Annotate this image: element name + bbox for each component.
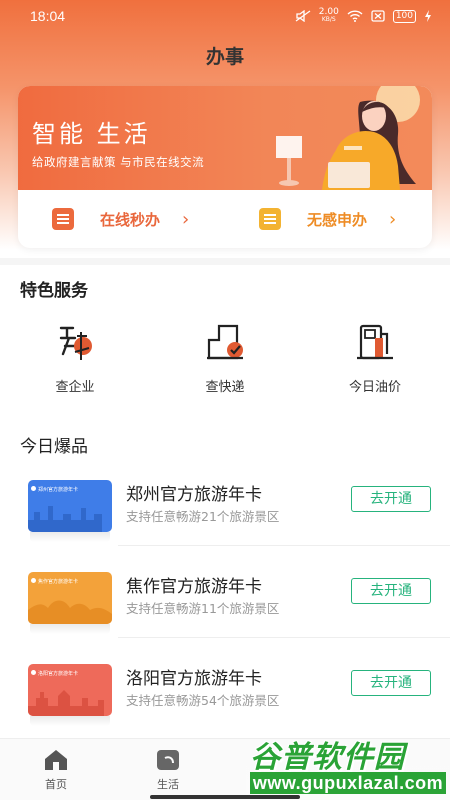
card-logo-dot bbox=[31, 578, 36, 583]
charging-icon bbox=[425, 10, 431, 22]
service-oil-price[interactable]: 今日油价 bbox=[300, 322, 450, 395]
activate-button[interactable]: 去开通 bbox=[351, 578, 431, 604]
fuel-pump-icon bbox=[357, 324, 393, 360]
card-shadow bbox=[30, 624, 110, 634]
wifi-icon bbox=[347, 10, 363, 22]
activate-button[interactable]: 去开通 bbox=[351, 670, 431, 696]
section-divider bbox=[0, 258, 450, 265]
tab-life[interactable]: 生活 bbox=[112, 739, 224, 800]
document-edit-icon bbox=[52, 208, 74, 230]
tour-card-thumbnail: 郑州官方旅游年卡 bbox=[28, 480, 112, 532]
tour-card-thumbnail: 焦作官方旅游年卡 bbox=[28, 572, 112, 624]
service-enterprise-label: 查企业 bbox=[55, 380, 95, 395]
seamless-apply-service-label: 无感申办 bbox=[307, 210, 368, 229]
mute-icon bbox=[295, 10, 311, 22]
status-bar: 18:04 2.00 KB/S 100 bbox=[0, 0, 450, 32]
home-indicator[interactable] bbox=[150, 795, 300, 799]
city-skyline-illustration bbox=[28, 690, 104, 716]
watermark-logo: 谷普软件园 www.gupuxlazal.com bbox=[246, 728, 450, 800]
service-oil-price-label: 今日油价 bbox=[348, 380, 401, 395]
row-divider bbox=[118, 545, 450, 546]
chevron-right-icon: › bbox=[389, 208, 397, 230]
product-description: 支持任意畅游54个旅游景区 bbox=[126, 693, 280, 708]
city-skyline-illustration bbox=[28, 600, 112, 624]
card-caption: 洛阳官方旅游年卡 bbox=[38, 671, 79, 677]
network-speed-unit: KB/S bbox=[321, 16, 336, 23]
list-item[interactable]: 郑州官方旅游年卡 郑州官方旅游年卡 支持任意畅游21个旅游景区 去开通 bbox=[0, 468, 450, 560]
card-logo-dot bbox=[31, 670, 36, 675]
banner-subtitle: 给政府建言献策 与市民在线交流 bbox=[32, 155, 205, 169]
activate-button[interactable]: 去开通 bbox=[351, 486, 431, 512]
smart-life-banner[interactable]: 智能 生活 给政府建言献策 与市民在线交流 bbox=[18, 86, 432, 190]
card-shadow bbox=[30, 716, 110, 726]
chevron-right-icon: › bbox=[182, 208, 190, 230]
online-quick-service[interactable]: 在线秒办 › bbox=[52, 190, 189, 248]
watermark-url: www.gupuxlazal.com bbox=[250, 772, 446, 794]
card-shadow bbox=[30, 532, 110, 542]
product-name: 焦作官方旅游年卡 bbox=[126, 577, 262, 597]
reading-woman-illustration bbox=[276, 86, 420, 190]
network-speed-value: 2.00 bbox=[318, 7, 339, 17]
page-title: 办事 bbox=[205, 46, 244, 68]
home-icon bbox=[45, 750, 67, 770]
parcel-icon bbox=[207, 324, 243, 360]
network-speed: 2.00 KB/S bbox=[319, 8, 339, 24]
tab-home-label: 首页 bbox=[45, 778, 67, 791]
row-divider bbox=[118, 637, 450, 638]
list-item[interactable]: 焦作官方旅游年卡 焦作官方旅游年卡 支持任意畅游11个旅游景区 去开通 bbox=[0, 560, 450, 652]
online-quick-service-label: 在线秒办 bbox=[100, 210, 161, 229]
card-caption: 焦作官方旅游年卡 bbox=[38, 579, 79, 585]
sim-off-icon bbox=[371, 10, 385, 22]
enterprise-icon bbox=[59, 326, 92, 360]
service-express-lookup[interactable]: 查快递 bbox=[150, 322, 300, 395]
featured-services-title: 特色服务 bbox=[20, 281, 88, 301]
product-description: 支持任意畅游21个旅游景区 bbox=[126, 509, 280, 524]
watermark-title: 谷普软件园 bbox=[250, 740, 405, 775]
status-time: 18:04 bbox=[30, 8, 66, 24]
life-icon bbox=[157, 750, 179, 770]
seamless-apply-service[interactable]: 无感申办 › bbox=[259, 190, 396, 248]
tab-home[interactable]: 首页 bbox=[0, 739, 112, 800]
product-name: 郑州官方旅游年卡 bbox=[126, 485, 262, 505]
battery-level: 100 bbox=[392, 9, 416, 23]
clipboard-list-icon bbox=[259, 208, 281, 230]
status-icons: 2.00 KB/S 100 bbox=[295, 8, 432, 24]
card-logo-dot bbox=[31, 486, 36, 491]
card-caption: 郑州官方旅游年卡 bbox=[38, 487, 79, 493]
product-name: 洛阳官方旅游年卡 bbox=[126, 669, 262, 689]
hot-products-title: 今日爆品 bbox=[20, 437, 88, 457]
smart-life-card: 智能 生活 给政府建言献策 与市民在线交流 在线秒办 › 无感申办 › bbox=[18, 86, 432, 248]
service-express-label: 查快递 bbox=[205, 380, 245, 395]
tab-life-label: 生活 bbox=[157, 778, 179, 791]
service-enterprise-lookup[interactable]: 查企业 bbox=[0, 322, 150, 395]
featured-services: 查企业 查快递 今日油价 bbox=[0, 322, 450, 395]
product-description: 支持任意畅游11个旅游景区 bbox=[126, 601, 280, 616]
banner-title: 智能 生活 bbox=[32, 120, 151, 148]
city-skyline-illustration bbox=[28, 506, 102, 532]
tour-card-thumbnail: 洛阳官方旅游年卡 bbox=[28, 664, 112, 716]
